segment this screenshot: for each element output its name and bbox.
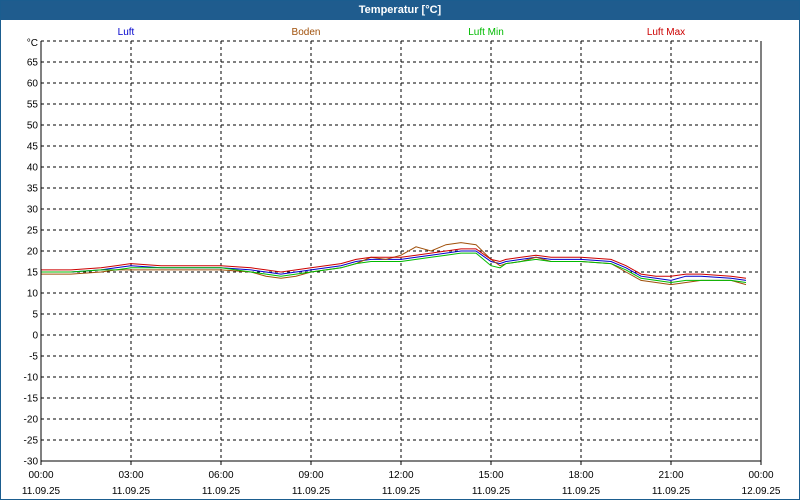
x-tick-time-label: 00:00 [28, 470, 53, 481]
y-tick-label: -25 [24, 436, 39, 447]
series-line [41, 248, 747, 279]
x-tick-date-label: 11.09.25 [292, 486, 331, 497]
y-tick-label: 5 [32, 310, 38, 321]
legend-entry: Boden [292, 27, 321, 38]
y-tick-label: 10 [27, 289, 39, 300]
temperature-chart: -30 -25 -20 -15 -10 -5 0 5 10 15 20 25 30 35 40 45 50 55 6… [22, 27, 781, 497]
y-tick-label: 15 [27, 268, 39, 279]
y-tick-label: -20 [24, 415, 39, 426]
x-tick-date-label: 12.09.25 [742, 486, 781, 497]
y-tick-label: -15 [24, 394, 39, 405]
series-lines [41, 242, 747, 286]
y-tick-label: 20 [27, 247, 39, 258]
y-tick-label: 65 [27, 58, 39, 69]
x-tick-time-label: 12:00 [388, 470, 413, 481]
x-tick-date-label: 11.09.25 [652, 486, 691, 497]
x-tick-date-label: 11.09.25 [562, 486, 601, 497]
legend-entry: Luft Max [647, 27, 685, 38]
legend-entry: Luft Min [468, 27, 504, 38]
y-tick-label: 55 [27, 100, 39, 111]
grid [41, 40, 761, 462]
x-tick-time-label: 18:00 [568, 470, 593, 481]
x-tick-date-label: 11.09.25 [22, 486, 61, 497]
x-tick-time-label: 06:00 [208, 470, 233, 481]
y-tick-label: 45 [27, 142, 39, 153]
y-tick-label: 25 [27, 226, 39, 237]
chart-window: Temperatur [°C] -30 -25 -20 -15 -10 -5 0 5 10 15 2… [0, 0, 800, 500]
y-tick-label: 50 [27, 121, 39, 132]
x-tick-date-label: 11.09.25 [382, 486, 421, 497]
y-axis-unit: °C [27, 38, 38, 49]
y-tick-label: -30 [24, 457, 39, 468]
x-tick-date-label: 11.09.25 [112, 486, 151, 497]
y-tick-label: 60 [27, 79, 39, 90]
y-tick-label: -10 [24, 373, 39, 384]
x-tick-time-label: 09:00 [298, 470, 323, 481]
x-tick-date-label: 11.09.25 [472, 486, 511, 497]
y-tick-label: -5 [29, 352, 38, 363]
x-tick-date-label: 11.09.25 [202, 486, 241, 497]
x-tick-time-label: 03:00 [118, 470, 143, 481]
x-tick-time-label: 15:00 [478, 470, 503, 481]
y-tick-label: 30 [27, 205, 39, 216]
legend: Luft Boden Luft Min Luft Max [118, 27, 686, 38]
y-tick-label: 35 [27, 184, 39, 195]
series-line [41, 250, 747, 281]
legend-entry: Luft [118, 27, 135, 38]
y-tick-label: 40 [27, 163, 39, 174]
x-tick-time-label: 21:00 [658, 470, 683, 481]
y-tick-label: 0 [32, 331, 38, 342]
x-tick-time-label: 00:00 [748, 470, 773, 481]
